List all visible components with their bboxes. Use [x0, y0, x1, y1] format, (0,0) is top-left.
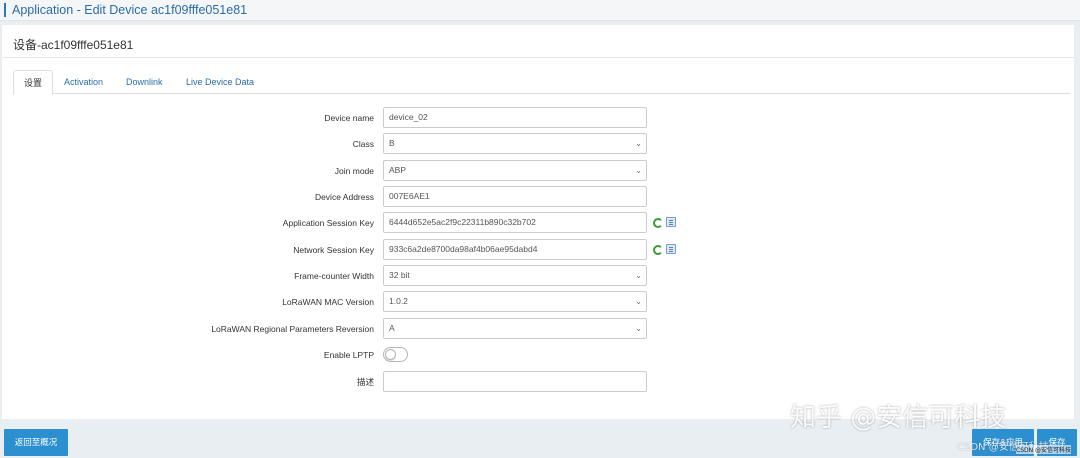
- save-apply-button[interactable]: 保存&应用: [972, 429, 1034, 456]
- refresh-icon[interactable]: [652, 217, 663, 228]
- join-mode-label: Join mode: [334, 166, 374, 176]
- form-row-description: 描述: [2, 371, 1074, 393]
- join-mode-select[interactable]: ABP ⌄: [383, 160, 647, 181]
- header-accent-bar: [4, 3, 6, 17]
- form-row-frame-counter-width: Frame-counter Width 32 bit ⌄: [2, 265, 1074, 287]
- device-panel: 设备-ac1f09fffe051e81 设置 Activation Downli…: [2, 25, 1074, 419]
- frame-counter-width-value: 32 bit: [389, 270, 410, 280]
- refresh-icon[interactable]: [652, 244, 663, 255]
- tab-bar: 设置 Activation Downlink Live Device Data: [13, 70, 1070, 95]
- device-title: 设备-ac1f09fffe051e81: [13, 38, 134, 52]
- description-label: 描述: [356, 377, 374, 387]
- chevron-down-icon: ⌄: [635, 297, 642, 306]
- class-label: Class: [352, 139, 374, 149]
- frame-counter-width-select[interactable]: 32 bit ⌄: [383, 265, 647, 286]
- form-row-enable-lptp: Enable LPTP: [2, 344, 1074, 366]
- page-title: Application - Edit Device ac1f09fffe051e…: [12, 3, 248, 17]
- network-session-key-input[interactable]: 933c6a2de8700da98af4b06ae95dabd4: [383, 239, 647, 260]
- enable-lptp-label: Enable LPTP: [323, 350, 374, 360]
- save-button[interactable]: 保存: [1037, 429, 1077, 456]
- tab-activation[interactable]: Activation: [64, 70, 103, 94]
- device-name-label: Device name: [324, 113, 374, 123]
- form-row-mac-version: LoRaWAN MAC Version 1.0.2 ⌄: [2, 291, 1074, 313]
- tab-downlink[interactable]: Downlink: [126, 70, 163, 94]
- form-row-device-address: Device Address 007E6AE1: [2, 186, 1074, 208]
- join-mode-value: ABP: [389, 165, 407, 175]
- tab-live-device-data[interactable]: Live Device Data: [186, 70, 254, 94]
- enable-lptp-toggle[interactable]: [383, 347, 408, 362]
- panel-header: 设备-ac1f09fffe051e81: [2, 25, 1074, 58]
- mac-version-value: 1.0.2: [389, 296, 408, 306]
- chevron-down-icon: ⌄: [635, 166, 642, 175]
- chevron-down-icon: ⌄: [635, 271, 642, 280]
- form-row-app-session-key: Application Session Key 6444d652e5ac2f9c…: [2, 212, 1074, 234]
- form-row-class: Class B ⌄: [2, 133, 1074, 155]
- mac-version-select[interactable]: 1.0.2 ⌄: [383, 291, 647, 312]
- network-session-key-label: Network Session Key: [293, 245, 374, 255]
- form-row-network-session-key: Network Session Key 933c6a2de8700da98af4…: [2, 239, 1074, 261]
- frame-counter-width-label: Frame-counter Width: [294, 271, 374, 281]
- regional-params-select[interactable]: A ⌄: [383, 318, 647, 339]
- regional-params-label: LoRaWAN Regional Parameters Reversion: [211, 324, 374, 334]
- app-session-key-input[interactable]: 6444d652e5ac2f9c22311b890c32b702: [383, 212, 647, 233]
- mac-version-label: LoRaWAN MAC Version: [282, 297, 374, 307]
- copy-icon[interactable]: [666, 217, 676, 227]
- chevron-down-icon: ⌄: [635, 139, 642, 148]
- class-value: B: [389, 138, 395, 148]
- form-row-device-name: Device name device_02: [2, 107, 1074, 129]
- form-row-regional-params: LoRaWAN Regional Parameters Reversion A …: [2, 318, 1074, 340]
- page-header: Application - Edit Device ac1f09fffe051e…: [0, 0, 1080, 21]
- toggle-knob: [385, 349, 396, 360]
- tab-settings[interactable]: 设置: [13, 70, 53, 95]
- device-address-label: Device Address: [314, 192, 374, 202]
- class-select[interactable]: B ⌄: [383, 133, 647, 154]
- app-session-key-label: Application Session Key: [282, 218, 374, 228]
- regional-params-value: A: [389, 323, 395, 333]
- copy-icon[interactable]: [666, 244, 676, 254]
- chevron-down-icon: ⌄: [635, 324, 642, 333]
- form-row-join-mode: Join mode ABP ⌄: [2, 160, 1074, 182]
- device-name-input[interactable]: device_02: [383, 107, 647, 128]
- description-input[interactable]: [383, 371, 647, 392]
- back-to-overview-button[interactable]: 返回至概况: [4, 429, 68, 456]
- device-address-input[interactable]: 007E6AE1: [383, 186, 647, 207]
